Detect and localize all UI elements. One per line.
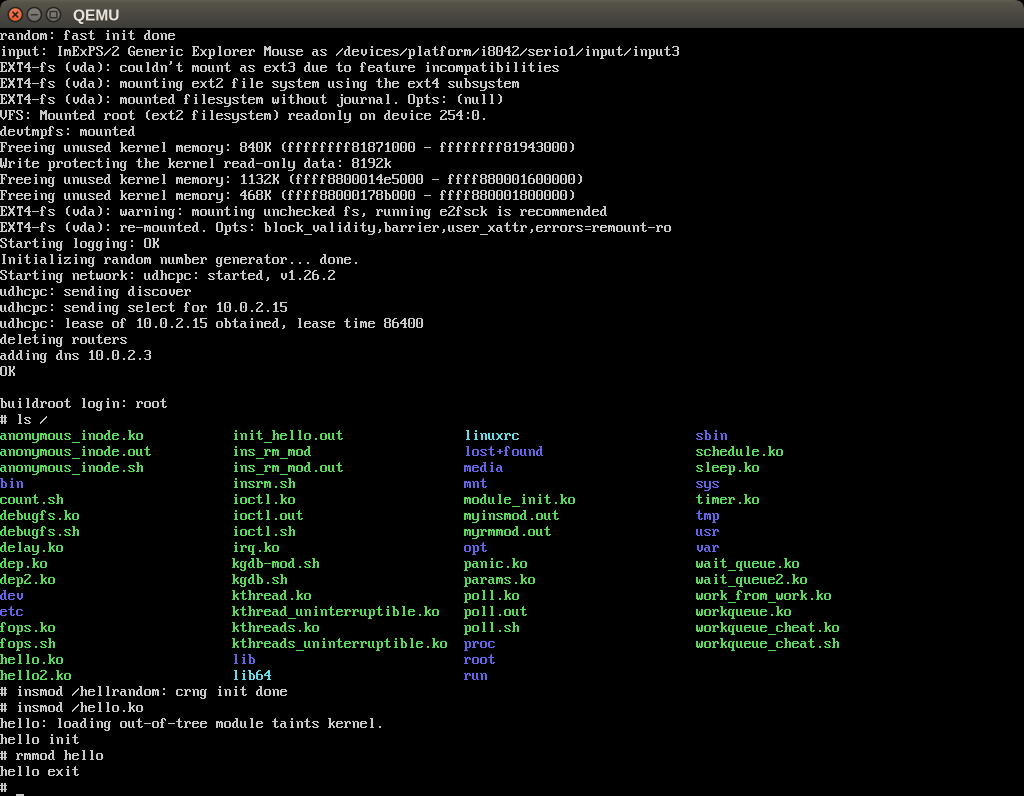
svg-text:QEMU: QEMU bbox=[73, 8, 120, 25]
